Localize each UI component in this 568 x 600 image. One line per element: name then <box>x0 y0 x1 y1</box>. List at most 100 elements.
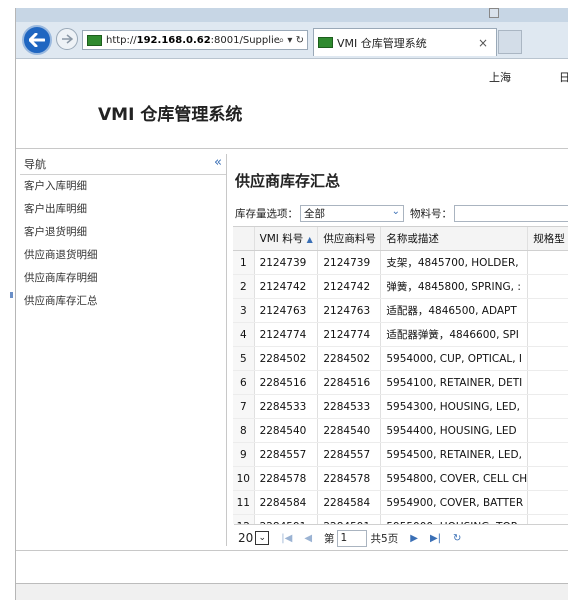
sidebar-item-customer-outbound[interactable]: 客户出库明细 <box>20 198 226 221</box>
chevron-down-icon[interactable]: ⌄ <box>392 206 400 217</box>
page-title: 供应商库存汇总 <box>235 172 341 190</box>
spec-cell <box>527 298 568 323</box>
table-row[interactable]: 4 2124774 2124774 适配器弹簧，4846600, SPI <box>233 322 568 347</box>
spec-cell <box>527 346 568 371</box>
vmi-part-header-label: VMI 料号 <box>259 233 304 245</box>
page-size-value: 20 <box>238 531 254 545</box>
arrow-left-icon <box>29 33 45 47</box>
splitter-handle[interactable] <box>10 292 13 298</box>
browser-titlebar <box>16 8 568 22</box>
column-header-supplier-part[interactable]: 供应商料号 <box>317 227 382 251</box>
sidebar-item-customer-inbound[interactable]: 客户入库明细 <box>20 175 226 198</box>
table-row[interactable]: 11 2284584 2284584 5954900, COVER, BATTER <box>233 490 568 515</box>
supplier-part-cell: 2124742 <box>317 274 382 299</box>
spec-cell <box>527 394 568 419</box>
material-number-input[interactable] <box>454 204 568 222</box>
table-row[interactable]: 6 2284516 2284516 5954100, RETAINER, DETI <box>233 370 568 395</box>
supplier-part-cell: 2124763 <box>317 298 382 323</box>
description-cell: 5955000, HOUSING, TOP, <box>380 514 529 524</box>
vmi-part-cell: 2284516 <box>254 370 319 395</box>
sidebar-item-supplier-stock-summary[interactable]: 供应商库存汇总 <box>20 290 226 313</box>
description-cell: 5954400, HOUSING, LED <box>380 418 529 443</box>
sidebar: 导航 « 客户入库明细 客户出库明细 客户退货明细 供应商退货明细 供应商库存明… <box>20 154 227 546</box>
forward-button[interactable] <box>56 28 78 50</box>
window-control[interactable] <box>489 8 499 18</box>
description-cell: 5954900, COVER, BATTER <box>380 490 529 515</box>
supplier-part-cell: 2124739 <box>317 250 382 275</box>
table-row[interactable]: 1 2124739 2124739 支架，4845700, HOLDER, <box>233 250 568 275</box>
stock-summary-table: VMI 料号 ▲ 供应商料号 名称或描述 规格型 1 2124739 2124739… <box>233 226 568 524</box>
next-page-icon[interactable]: ▶ <box>410 533 418 544</box>
page-size-select[interactable]: 20 ⌄ <box>238 531 270 545</box>
spec-cell <box>527 274 568 299</box>
supplier-part-cell: 2284516 <box>317 370 382 395</box>
page-number-input[interactable]: 1 <box>336 529 367 547</box>
back-button[interactable] <box>22 25 52 55</box>
row-number-cell: 11 <box>233 490 255 515</box>
spec-cell <box>527 490 568 515</box>
sidebar-title: 导航 <box>24 158 46 171</box>
description-cell: 弹簧，4845800, SPRING, : <box>380 274 529 299</box>
page-label: 第 <box>324 532 335 545</box>
row-number-cell: 1 <box>233 250 255 275</box>
sidebar-item-customer-returns[interactable]: 客户退货明细 <box>20 221 226 244</box>
browser-tab[interactable]: VMI 仓库管理系统 × <box>313 28 497 56</box>
table-row[interactable]: 8 2284540 2284540 5954400, HOUSING, LED <box>233 418 568 443</box>
table-row[interactable]: 7 2284533 2284533 5954300, HOUSING, LED, <box>233 394 568 419</box>
spec-cell <box>527 418 568 443</box>
url-host: 192.168.0.62 <box>136 34 211 46</box>
vmi-part-cell: 2124774 <box>254 322 319 347</box>
description-cell: 5954100, RETAINER, DETI <box>380 370 529 395</box>
column-header-spec[interactable]: 规格型 <box>527 227 568 251</box>
total-pages-label: 共5页 <box>370 532 399 545</box>
spec-cell <box>527 466 568 491</box>
new-tab-button[interactable] <box>498 30 522 54</box>
stock-filter-label: 库存量选项： <box>235 207 298 220</box>
header-extra: 日 <box>559 69 568 85</box>
refresh-icon[interactable]: ↻ <box>453 533 461 544</box>
address-bar[interactable]: http://192.168.0.62:8001/Supplier/ ⌕ ▾ ↻ <box>82 30 308 50</box>
footer-divider <box>16 550 568 551</box>
chevron-down-icon[interactable]: ⌄ <box>255 531 270 545</box>
table-row[interactable]: 5 2284502 2284502 5954000, CUP, OPTICAL, I <box>233 346 568 371</box>
description-cell: 适配器，4846500, ADAPT <box>380 298 529 323</box>
sidebar-item-supplier-returns[interactable]: 供应商退货明细 <box>20 244 226 267</box>
row-number-cell: 2 <box>233 274 255 299</box>
browser-toolbar: http://192.168.0.62:8001/Supplier/ ⌕ ▾ ↻… <box>16 8 568 59</box>
table-row[interactable]: 10 2284578 2284578 5954800, COVER, CELL CH <box>233 466 568 491</box>
supplier-part-cell: 2284584 <box>317 490 382 515</box>
column-header-description[interactable]: 名称或描述 <box>380 227 529 251</box>
row-number-cell: 12 <box>233 514 255 524</box>
spec-cell <box>527 250 568 275</box>
url-path: :8001/Supplier/ <box>210 34 279 46</box>
supplier-part-cell: 2284502 <box>317 346 382 371</box>
status-bar <box>16 583 568 600</box>
table-row[interactable]: 3 2124763 2124763 适配器，4846500, ADAPT <box>233 298 568 323</box>
column-header-vmi-part[interactable]: VMI 料号 ▲ <box>254 227 319 251</box>
last-page-icon[interactable]: ▶| <box>430 533 441 544</box>
address-url[interactable]: http://192.168.0.62:8001/Supplier/ <box>106 35 279 46</box>
stock-filter-select[interactable]: 全部 ⌄ <box>300 204 404 222</box>
previous-page-icon[interactable]: ◀ <box>304 533 312 544</box>
vmi-part-cell: 2124739 <box>254 250 319 275</box>
row-number-cell: 7 <box>233 394 255 419</box>
row-number-cell: 10 <box>233 466 255 491</box>
table-row[interactable]: 12228459122845915955000, HOUSING, TOP, <box>233 514 568 524</box>
tab-close-icon[interactable]: × <box>478 36 488 50</box>
sidebar-item-supplier-stock-detail[interactable]: 供应商库存明细 <box>20 267 226 290</box>
first-page-icon[interactable]: |◀ <box>281 533 292 544</box>
vmi-part-cell: 2284557 <box>254 442 319 467</box>
row-number-cell: 5 <box>233 346 255 371</box>
app-title: VMI 仓库管理系统 <box>98 105 243 125</box>
row-number-cell: 9 <box>233 442 255 467</box>
vmi-part-cell: 2284584 <box>254 490 319 515</box>
address-tools[interactable]: ⌕ ▾ ↻ <box>279 35 307 46</box>
description-cell: 支架，4845700, HOLDER, <box>380 250 529 275</box>
table-row[interactable]: 2 2124742 2124742 弹簧，4845800, SPRING, : <box>233 274 568 299</box>
table-row[interactable]: 9 2284557 2284557 5954500, RETAINER, LED, <box>233 442 568 467</box>
row-number-cell: 3 <box>233 298 255 323</box>
collapse-icon[interactable]: « <box>214 155 222 170</box>
sort-ascending-icon[interactable]: ▲ <box>307 235 313 244</box>
row-number-cell: 6 <box>233 370 255 395</box>
browser-window: http://192.168.0.62:8001/Supplier/ ⌕ ▾ ↻… <box>15 8 568 600</box>
